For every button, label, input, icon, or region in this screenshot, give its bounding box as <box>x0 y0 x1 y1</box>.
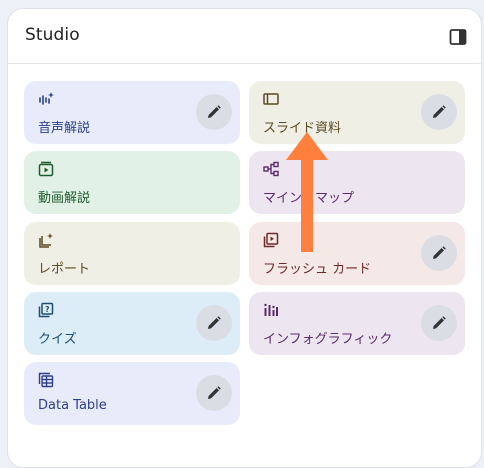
card-label: マインドマップ <box>263 191 355 206</box>
edit-button[interactable] <box>196 375 232 411</box>
studio-header: Studio <box>8 9 481 64</box>
card-label: 音声解説 <box>38 121 91 136</box>
card-label: フラッシュ カード <box>263 262 372 277</box>
edit-button[interactable] <box>421 235 457 271</box>
quiz-icon: ? <box>38 302 54 318</box>
table-icon <box>38 372 54 388</box>
audio-wave-sparkle-icon <box>38 91 54 107</box>
card-mind-map[interactable]: マインドマップ <box>249 151 465 214</box>
card-label: Data Table <box>38 398 107 413</box>
edit-button[interactable] <box>421 305 457 341</box>
pencil-icon <box>208 105 221 118</box>
edit-button[interactable] <box>196 94 232 130</box>
edit-button[interactable] <box>421 94 457 130</box>
pencil-icon <box>208 386 221 399</box>
edit-button[interactable] <box>196 305 232 341</box>
card-audio-overview[interactable]: 音声解説 <box>24 81 240 144</box>
card-flashcards[interactable]: フラッシュ カード <box>249 222 465 285</box>
card-label: インフォグラフィック <box>263 332 393 347</box>
card-video-overview[interactable]: 動画解説 <box>24 151 240 214</box>
infographic-icon <box>263 302 279 318</box>
card-slides[interactable]: スライド資料 <box>249 81 465 144</box>
card-label: 動画解説 <box>38 191 91 206</box>
card-infographic[interactable]: インフォグラフィック <box>249 292 465 355</box>
pencil-icon <box>433 246 446 259</box>
pencil-icon <box>433 105 446 118</box>
flashcards-icon <box>263 232 279 248</box>
side-panel-icon[interactable] <box>449 28 467 46</box>
svg-text:?: ? <box>45 305 49 314</box>
pencil-icon <box>208 316 221 329</box>
card-data-table[interactable]: Data Table <box>24 362 240 425</box>
card-label: クイズ <box>38 332 77 347</box>
slides-icon <box>263 91 279 107</box>
pencil-icon <box>433 316 446 329</box>
card-report[interactable]: レポート <box>24 222 240 285</box>
card-label: レポート <box>38 262 91 277</box>
panel-title: Studio <box>25 25 80 45</box>
card-quiz[interactable]: ? クイズ <box>24 292 240 355</box>
video-play-icon <box>38 161 54 177</box>
report-sparkle-icon <box>38 232 54 248</box>
mind-map-icon <box>263 161 279 177</box>
card-label: スライド資料 <box>263 121 342 136</box>
